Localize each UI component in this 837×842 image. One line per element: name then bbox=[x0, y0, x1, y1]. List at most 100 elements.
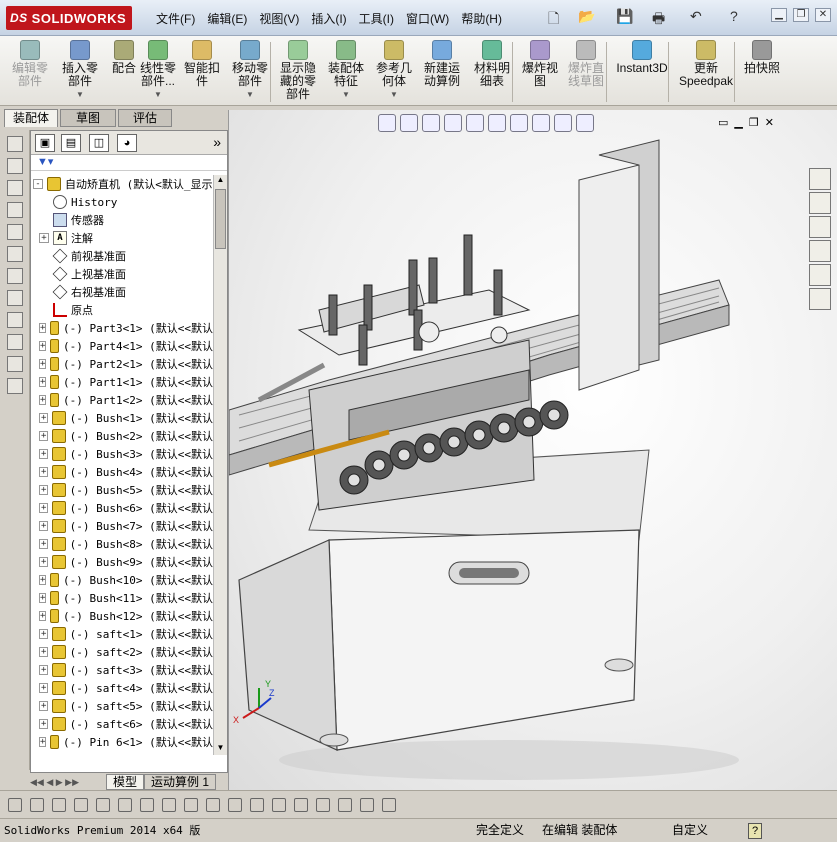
relation-tool-icon[interactable] bbox=[7, 334, 23, 350]
open-folder-icon[interactable]: 📂 bbox=[578, 8, 595, 25]
view-settings-icon[interactable] bbox=[576, 114, 594, 132]
tree-item[interactable]: + (-) Bush<8> (默认<<默认 bbox=[31, 535, 213, 553]
offset-icon[interactable] bbox=[162, 797, 176, 812]
tree-item[interactable]: + (-) Part1<2> (默认<<默认 bbox=[31, 391, 213, 409]
expand-toggle-icon[interactable]: + bbox=[39, 683, 49, 693]
tree-item[interactable]: - 自动矫直机 (默认<默认_显示 bbox=[31, 175, 213, 193]
ribbon-button[interactable]: 爆炸视 图 bbox=[518, 40, 562, 88]
ribbon-button[interactable]: 材料明 细表 bbox=[470, 40, 514, 88]
tree-item[interactable]: + (-) saft<2> (默认<<默认 bbox=[31, 643, 213, 661]
view-front-icon[interactable] bbox=[7, 136, 23, 152]
grid-icon[interactable] bbox=[250, 797, 264, 812]
expand-toggle-icon[interactable]: + bbox=[39, 413, 49, 423]
graphics-area[interactable]: Y X Z bbox=[228, 110, 837, 790]
zoom-to-fit-icon[interactable] bbox=[378, 114, 396, 132]
ribbon-button[interactable]: 线性零 部件... ▼ bbox=[136, 40, 180, 101]
ribbon-button[interactable]: 智能扣 件 bbox=[180, 40, 224, 88]
expand-toggle-icon[interactable]: + bbox=[39, 323, 47, 333]
tree-item[interactable]: 前视基准面 bbox=[31, 247, 213, 265]
dropdown-arrow-icon[interactable]: ▼ bbox=[390, 88, 398, 101]
viewport-minimize-icon[interactable]: ▁ bbox=[734, 116, 742, 129]
expand-toggle-icon[interactable]: + bbox=[39, 665, 49, 675]
view-right-icon[interactable] bbox=[7, 202, 23, 218]
solidworks-resources-icon[interactable] bbox=[809, 168, 831, 190]
view-top-icon[interactable] bbox=[7, 224, 23, 240]
tab-model[interactable]: 模型 bbox=[106, 774, 145, 790]
hide-show-items-icon[interactable] bbox=[510, 114, 528, 132]
tile-view-icon[interactable]: ▭ bbox=[718, 116, 728, 129]
fillet-icon[interactable] bbox=[184, 797, 198, 812]
pattern-icon[interactable] bbox=[272, 797, 286, 812]
expand-toggle-icon[interactable]: + bbox=[39, 539, 49, 549]
tree-item[interactable]: + (-) Bush<7> (默认<<默认 bbox=[31, 517, 213, 535]
close-button[interactable]: ✕ bbox=[815, 8, 831, 22]
tree-item[interactable]: + (-) Pin 6<1> (默认<<默认 bbox=[31, 733, 213, 751]
polygon-icon[interactable] bbox=[74, 797, 88, 812]
tree-item[interactable]: + (-) Bush<3> (默认<<默认 bbox=[31, 445, 213, 463]
dropdown-arrow-icon[interactable]: ▼ bbox=[76, 88, 84, 101]
menu-item[interactable]: 窗口(W) bbox=[400, 8, 455, 29]
expand-toggle-icon[interactable]: + bbox=[39, 485, 49, 495]
tree-item[interactable]: + (-) Bush<4> (默认<<默认 bbox=[31, 463, 213, 481]
expand-toggle-icon[interactable]: + bbox=[39, 467, 49, 477]
scroll-thumb[interactable] bbox=[215, 189, 226, 249]
save-icon[interactable]: 💾 bbox=[616, 8, 633, 25]
help-status-icon[interactable]: ? bbox=[748, 823, 762, 839]
reference-plane-icon[interactable] bbox=[338, 797, 352, 812]
tree-item[interactable]: + (-) Bush<2> (默认<<默认 bbox=[31, 427, 213, 445]
tab-motion-study[interactable]: 运动算例 1 bbox=[144, 774, 217, 790]
view-palette-icon[interactable] bbox=[809, 240, 831, 262]
help-icon[interactable]: ? bbox=[730, 8, 738, 24]
tree-item[interactable]: + (-) Part4<1> (默认<<默认 bbox=[31, 337, 213, 355]
scroll-down-icon[interactable]: ▼ bbox=[214, 743, 227, 755]
tree-item[interactable]: + (-) Part1<1> (默认<<默认 bbox=[31, 373, 213, 391]
tab-sketch[interactable]: 草图 bbox=[60, 109, 116, 127]
menu-item[interactable]: 帮助(H) bbox=[455, 8, 508, 29]
tree-scrollbar[interactable]: ▲ ▼ bbox=[213, 175, 227, 755]
custom-units[interactable]: 自定义 bbox=[672, 823, 708, 839]
box-icon[interactable] bbox=[382, 797, 396, 812]
tree-item[interactable]: + (-) Part2<1> (默认<<默认 bbox=[31, 355, 213, 373]
tree-item[interactable]: 传感器 bbox=[31, 211, 213, 229]
dropdown-arrow-icon[interactable]: ▼ bbox=[342, 88, 350, 101]
view-bottom-icon[interactable] bbox=[7, 246, 23, 262]
mirror-icon[interactable] bbox=[140, 797, 154, 812]
shell-icon[interactable] bbox=[360, 797, 374, 812]
ribbon-button[interactable]: 参考几 何体 ▼ bbox=[372, 40, 416, 101]
menu-item[interactable]: 工具(I) bbox=[353, 8, 400, 29]
layer-tool-icon[interactable] bbox=[7, 378, 23, 394]
appearance-tab-icon[interactable]: ◕ bbox=[117, 134, 137, 152]
tab-assembly[interactable]: 装配体 bbox=[4, 109, 58, 127]
tree-item[interactable]: + (-) saft<1> (默认<<默认 bbox=[31, 625, 213, 643]
expand-panel-icon[interactable]: » bbox=[213, 134, 221, 150]
view-orientation-icon[interactable] bbox=[466, 114, 484, 132]
arc-icon[interactable] bbox=[118, 797, 132, 812]
expand-toggle-icon[interactable]: + bbox=[39, 431, 49, 441]
previous-view-icon[interactable] bbox=[422, 114, 440, 132]
ribbon-button[interactable]: 拍快照 bbox=[740, 40, 784, 75]
tree-item[interactable]: + (-) saft<4> (默认<<默认 bbox=[31, 679, 213, 697]
display-style-icon[interactable] bbox=[488, 114, 506, 132]
expand-toggle-icon[interactable]: + bbox=[39, 737, 47, 747]
ribbon-button[interactable]: 插入零 部件 ▼ bbox=[58, 40, 102, 101]
design-library-icon[interactable] bbox=[809, 192, 831, 214]
expand-toggle-icon[interactable]: + bbox=[39, 557, 49, 567]
edit-appearance-icon[interactable] bbox=[532, 114, 550, 132]
tree-item[interactable]: + (-) saft<5> (默认<<默认 bbox=[31, 697, 213, 715]
tree-item[interactable]: + (-) Part3<1> (默认<<默认 bbox=[31, 319, 213, 337]
tree-item[interactable]: + (-) Bush<9> (默认<<默认 bbox=[31, 553, 213, 571]
ribbon-button[interactable]: 装配体 特征 ▼ bbox=[324, 40, 368, 101]
appearances-icon[interactable] bbox=[809, 264, 831, 286]
configuration-tab-icon[interactable]: ◫ bbox=[89, 134, 109, 152]
section-view-icon[interactable] bbox=[444, 114, 462, 132]
restore-button[interactable]: ❐ bbox=[793, 8, 809, 22]
tree-item[interactable]: 原点 bbox=[31, 301, 213, 319]
expand-toggle-icon[interactable]: + bbox=[39, 647, 49, 657]
tree-item[interactable]: + (-) Bush<10> (默认<<默认 bbox=[31, 571, 213, 589]
dimension-tool-icon[interactable] bbox=[7, 312, 23, 328]
print-icon[interactable]: 🖶 bbox=[652, 8, 665, 32]
solidworks-logo[interactable]: DS SOLIDWORKS bbox=[6, 6, 132, 30]
line-icon[interactable] bbox=[30, 797, 44, 812]
ribbon-button[interactable]: 更新 Speedpak bbox=[676, 40, 736, 88]
ribbon-button[interactable]: 移动零 部件 ▼ bbox=[228, 40, 272, 101]
